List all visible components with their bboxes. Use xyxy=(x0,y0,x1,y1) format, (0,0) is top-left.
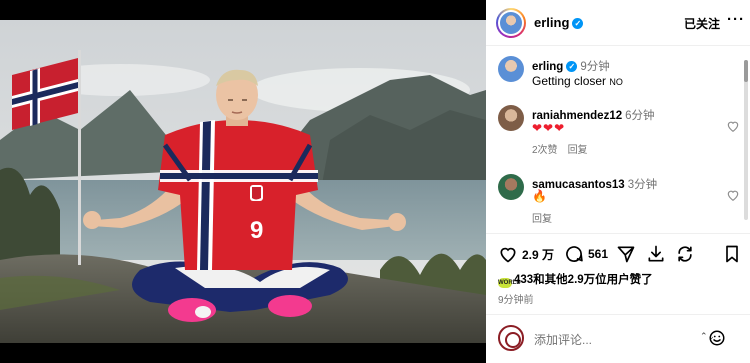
download-icon xyxy=(648,245,664,262)
save-button[interactable] xyxy=(722,244,742,264)
comment-composer: 添加评论... ⌃⌄ xyxy=(486,314,750,363)
comment-meta: 2次赞 回复 xyxy=(532,141,588,156)
reply-button[interactable]: 回复 xyxy=(568,145,588,156)
reply-button[interactable]: 回复 xyxy=(532,214,552,225)
repost-icon xyxy=(678,246,692,262)
comment-like-heart-icon[interactable] xyxy=(726,119,740,133)
comment-input[interactable]: 添加评论... xyxy=(534,331,592,348)
comment-button[interactable]: 561 xyxy=(564,244,608,264)
following-button[interactable]: 已关注 xyxy=(684,15,720,32)
post-sidebar: erling ✓ 已关注 ··· erling ✓ 9分钟 Getting close… xyxy=(486,0,750,363)
bookmark-icon xyxy=(726,245,738,263)
photo-illustration: 9 xyxy=(0,20,486,343)
commenter-avatar[interactable] xyxy=(498,105,524,131)
author-avatar[interactable] xyxy=(496,8,526,38)
comment-text: ❤❤❤ xyxy=(532,121,566,135)
comment-username-line: samucasantos13 3分钟 xyxy=(532,179,658,191)
download-button[interactable] xyxy=(646,244,666,264)
comment-text: 🔥 xyxy=(532,189,547,203)
commenter-avatar[interactable] xyxy=(498,174,524,200)
scrollbar-thumb[interactable] xyxy=(744,60,748,82)
post-actions: 2.9 万 561 WORLD433和其他2.9万位用户赞了 9分钟前 xyxy=(486,233,750,306)
author-username[interactable]: erling ✓ xyxy=(534,15,584,30)
caption-avatar[interactable] xyxy=(498,56,524,82)
emoji-icon[interactable] xyxy=(708,329,726,347)
post-photo[interactable]: 9 xyxy=(0,20,486,343)
current-user-avatar xyxy=(498,325,524,351)
post-header: erling ✓ 已关注 ··· xyxy=(486,0,750,46)
likes-summary[interactable]: WORLD433和其他2.9万位用户赞了 xyxy=(498,271,653,288)
verified-badge-icon: ✓ xyxy=(566,61,578,72)
more-options-icon[interactable]: ··· xyxy=(727,11,745,28)
like-count: 2.9 万 xyxy=(522,247,555,262)
norway-flag-emoji: NO xyxy=(609,77,623,87)
like-button[interactable]: 2.9 万 xyxy=(498,244,554,264)
verified-badge-icon: ✓ xyxy=(572,18,584,29)
app-frame: 9 erling ✓ 已关注 ··· erling ✓ 9分钟 Getting … xyxy=(0,0,750,363)
svg-text:9: 9 xyxy=(250,217,263,244)
caption-username-line: erling ✓ 9分钟 xyxy=(532,61,610,73)
comment-like-heart-icon[interactable] xyxy=(726,188,740,202)
comment-icon xyxy=(566,246,583,262)
comment-like-count[interactable]: 2次赞 xyxy=(532,145,558,156)
send-icon xyxy=(617,246,635,263)
heart-icon xyxy=(500,247,516,263)
comments-scroll-area[interactable]: erling ✓ 9分钟 Getting closer NO raniahmende… xyxy=(486,47,750,230)
comment-meta: 回复 xyxy=(532,210,552,225)
share-button[interactable] xyxy=(616,244,636,264)
post-timestamp: 9分钟前 xyxy=(498,295,534,306)
repost-button[interactable] xyxy=(675,244,695,264)
comments-scrollbar[interactable] xyxy=(744,60,748,220)
comment-count: 561 xyxy=(588,247,609,261)
liker-avatar-badge: WORLD xyxy=(498,278,521,288)
caption-text: Getting closer NO xyxy=(532,74,623,88)
